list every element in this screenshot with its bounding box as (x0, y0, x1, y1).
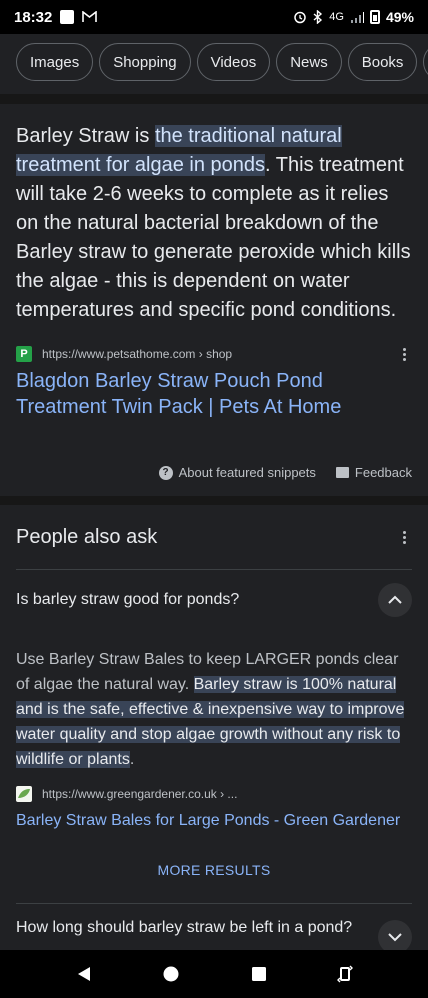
chip-news[interactable]: News (276, 43, 342, 81)
chip-videos[interactable]: Videos (196, 43, 271, 81)
system-nav-bar (0, 950, 428, 998)
feedback-icon (335, 467, 349, 478)
gmail-icon (82, 11, 98, 22)
greengardener-favicon-icon (16, 786, 32, 802)
paa-question-2[interactable]: How long should barley straw be left in … (16, 903, 412, 950)
paa-more-options-icon[interactable] (396, 530, 412, 544)
paa-question-1[interactable]: Is barley straw good for ponds? (16, 569, 412, 629)
featured-snippet: Barley Straw is the traditional natural … (0, 104, 428, 496)
people-also-ask: People also ask Is barley straw good for… (0, 505, 428, 950)
more-options-icon[interactable] (396, 347, 412, 361)
more-results-button[interactable]: MORE RESULTS (16, 862, 412, 882)
battery-icon (369, 10, 380, 24)
back-icon[interactable] (75, 965, 93, 983)
battery-percent: 49% (385, 9, 414, 25)
paa-answer: Use Barley Straw Bales to keep LARGER po… (16, 651, 405, 768)
search-type-chips: Images Shopping Videos News Books M (0, 34, 428, 90)
network-type: 4G (329, 11, 344, 23)
status-time: 18:32 (14, 8, 53, 26)
chip-books[interactable]: Books (347, 43, 418, 81)
snippet-source[interactable]: P https://www.petsathome.com › shop (16, 346, 412, 362)
bluetooth-icon (313, 10, 323, 24)
section-divider (0, 94, 428, 104)
snippet-footer: ? About featured snippets Feedback (158, 465, 412, 480)
answer-result-link[interactable]: Barley Straw Bales for Large Ponds - Gre… (16, 810, 412, 832)
chip-shopping[interactable]: Shopping (99, 43, 191, 81)
snippet-url: https://www.petsathome.com › shop (42, 347, 233, 361)
paa-heading: People also ask (16, 525, 158, 548)
help-icon: ? (158, 465, 173, 480)
answer-source[interactable]: https://www.greengardener.co.uk › ... (16, 786, 412, 802)
petsathome-favicon-icon: P (16, 346, 32, 362)
snippet-result-link[interactable]: Blagdon Barley Straw Pouch Pond Treatmen… (16, 368, 412, 420)
chip-more[interactable]: M (423, 43, 428, 81)
status-bar: 18:32 4G 49% (0, 0, 428, 34)
answer-url: https://www.greengardener.co.uk › ... (42, 787, 238, 801)
rotate-icon[interactable] (337, 965, 354, 983)
recents-icon[interactable] (250, 965, 268, 983)
notification-square-icon (60, 10, 75, 24)
snippet-text: Barley Straw is the traditional natural … (16, 125, 411, 321)
signal-icon (350, 11, 364, 23)
alarm-icon (294, 11, 307, 24)
home-icon[interactable] (162, 965, 180, 983)
chevron-up-icon[interactable] (378, 582, 412, 617)
chip-images[interactable]: Images (16, 43, 94, 81)
chevron-down-icon[interactable] (378, 920, 412, 950)
feedback-link[interactable]: Feedback (335, 465, 412, 480)
about-snippets-link[interactable]: ? About featured snippets (158, 465, 316, 480)
